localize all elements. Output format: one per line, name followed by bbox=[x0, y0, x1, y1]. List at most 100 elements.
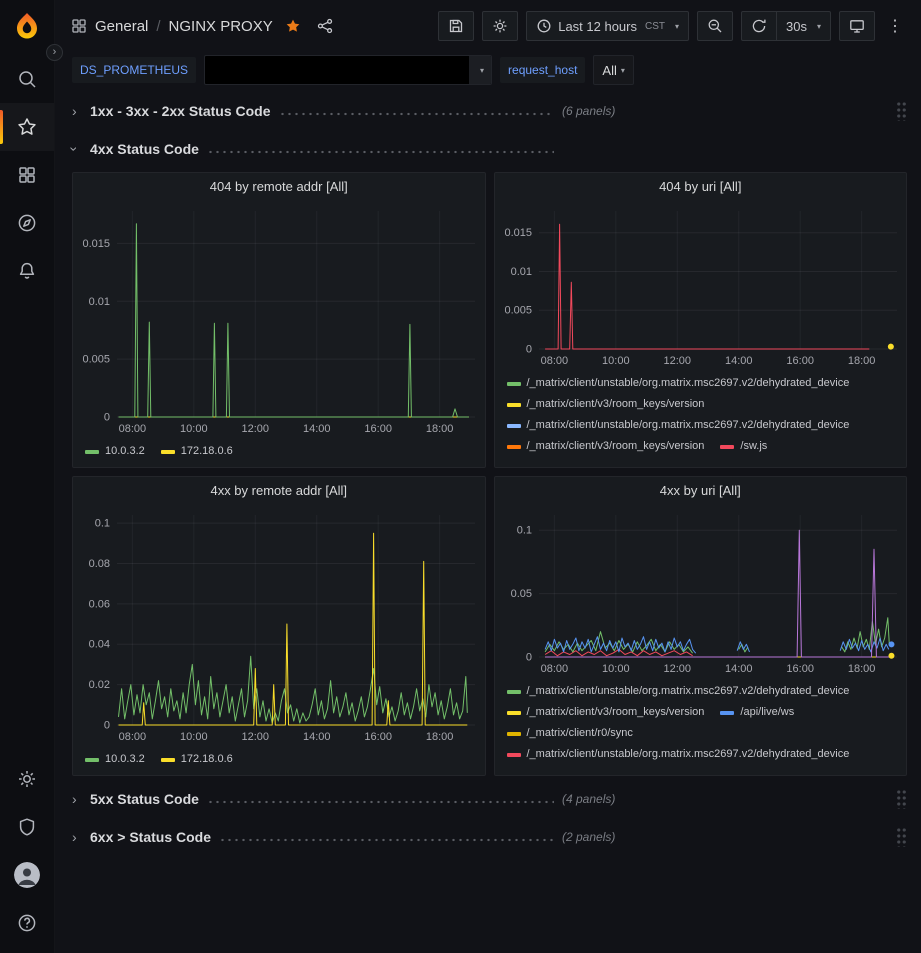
legend-series-toggle[interactable]: 10.0.3.2 bbox=[85, 441, 145, 462]
share-alt-icon bbox=[317, 18, 333, 34]
legend-series-toggle[interactable]: /_matrix/client/unstable/org.matrix.msc2… bbox=[507, 373, 850, 394]
legend-series-toggle[interactable]: /_matrix/client/unstable/org.matrix.msc2… bbox=[507, 681, 850, 702]
tv-mode-button[interactable] bbox=[839, 11, 875, 41]
legend-row: /_matrix/client/v3/room_keys/version/api… bbox=[507, 702, 897, 723]
legend-series-label: 172.18.0.6 bbox=[181, 441, 233, 462]
legend-series-toggle[interactable]: /_matrix/client/v3/room_keys/version bbox=[507, 436, 705, 457]
refresh-interval-dropdown[interactable]: 30s ▾ bbox=[777, 11, 831, 41]
datasource-variable-select[interactable]: ▾ bbox=[204, 55, 492, 85]
zoom-out-icon bbox=[707, 18, 723, 34]
legend-series-toggle[interactable]: 172.18.0.6 bbox=[161, 441, 233, 462]
legend-series-toggle[interactable]: /_matrix/client/v3/room_keys/version bbox=[507, 394, 705, 415]
legend-series-label: /_matrix/client/unstable/org.matrix.msc2… bbox=[527, 681, 850, 702]
row-title: 5xx Status Code bbox=[90, 791, 199, 807]
panel-title[interactable]: 4xx by remote addr [All] bbox=[73, 477, 485, 505]
sidebar-item-server-admin[interactable] bbox=[0, 803, 54, 851]
monitor-icon bbox=[849, 18, 865, 34]
shield-icon bbox=[17, 817, 37, 837]
svg-text:14:00: 14:00 bbox=[724, 355, 752, 367]
svg-text:0.04: 0.04 bbox=[89, 639, 110, 651]
main-area: General / NGINX PROXY La bbox=[55, 0, 921, 953]
caret-down-icon: ▾ bbox=[675, 22, 679, 31]
grafana-logo[interactable] bbox=[12, 11, 42, 41]
sidebar-item-search[interactable] bbox=[0, 55, 54, 103]
favorite-star-button[interactable] bbox=[281, 16, 305, 36]
request-host-variable-select[interactable]: All ▾ bbox=[593, 55, 633, 85]
svg-text:18:00: 18:00 bbox=[426, 423, 454, 435]
series-color-icon bbox=[507, 382, 521, 386]
legend-series-toggle[interactable]: /_matrix/client/unstable/org.matrix.msc2… bbox=[507, 744, 850, 765]
dashboard-settings-button[interactable] bbox=[482, 11, 518, 41]
legend-series-toggle[interactable]: /api/live/ws bbox=[720, 702, 794, 723]
sidebar-collapse-button[interactable]: › bbox=[46, 44, 63, 61]
row-header-4xx[interactable]: › 4xx Status Code bbox=[72, 134, 907, 164]
panel-title[interactable]: 4xx by uri [All] bbox=[495, 477, 907, 505]
share-button[interactable] bbox=[313, 16, 337, 36]
refresh-control: 30s ▾ bbox=[741, 11, 831, 41]
row-drag-handle[interactable] bbox=[896, 827, 907, 847]
svg-text:14:00: 14:00 bbox=[303, 423, 331, 435]
panel-404-by-uri: 404 by uri [All] 08:0010:0012:0014:0016:… bbox=[494, 172, 908, 468]
legend-series-toggle[interactable]: 172.18.0.6 bbox=[161, 749, 233, 770]
svg-text:0.01: 0.01 bbox=[510, 266, 531, 278]
help-question-icon bbox=[17, 913, 37, 933]
legend-series-label: 10.0.3.2 bbox=[105, 441, 145, 462]
grafana-flame-icon bbox=[12, 11, 42, 41]
legend-series-toggle[interactable]: /_matrix/client/r0/sync bbox=[507, 723, 633, 744]
series-color-icon bbox=[720, 711, 734, 715]
time-series-chart[interactable]: 08:0010:0012:0014:0016:0018:0000.0050.01… bbox=[73, 201, 485, 437]
legend-series-label: /_matrix/client/v3/room_keys/version bbox=[527, 436, 705, 457]
panel-legend: 10.0.3.2 172.18.0.6 bbox=[73, 745, 485, 770]
sidebar-item-starred[interactable] bbox=[0, 103, 54, 151]
row-dotted-leader bbox=[279, 112, 554, 116]
breadcrumb-folder[interactable]: General bbox=[95, 18, 148, 35]
save-dashboard-button[interactable] bbox=[438, 11, 474, 41]
row-header-6xx[interactable]: › 6xx > Status Code (2 panels) bbox=[72, 822, 907, 852]
time-series-chart[interactable]: 08:0010:0012:0014:0016:0018:0000.020.040… bbox=[73, 505, 485, 745]
grafana-app: › General / NGINX PROXY bbox=[0, 0, 921, 953]
legend-series-toggle[interactable]: /sw.js bbox=[720, 436, 767, 457]
time-series-chart[interactable]: 08:0010:0012:0014:0016:0018:0000.050.1 bbox=[495, 505, 907, 677]
row-panel-count: (6 panels) bbox=[562, 104, 615, 118]
sidebar-item-explore[interactable] bbox=[0, 199, 54, 247]
sidebar-item-configuration[interactable] bbox=[0, 755, 54, 803]
legend-series-label: /_matrix/client/v3/room_keys/version bbox=[527, 702, 705, 723]
panel-title[interactable]: 404 by remote addr [All] bbox=[73, 173, 485, 201]
chart-svg: 08:0010:0012:0014:0016:0018:0000.0050.01… bbox=[73, 201, 485, 437]
row-drag-handle[interactable] bbox=[896, 101, 907, 121]
legend-series-label: /_matrix/client/r0/sync bbox=[527, 723, 633, 744]
search-icon bbox=[17, 69, 37, 89]
dashboards-grid-icon bbox=[17, 165, 37, 185]
row-header-1xx-3xx-2xx[interactable]: › 1xx - 3xx - 2xx Status Code (6 panels) bbox=[72, 96, 907, 126]
refresh-icon bbox=[751, 18, 767, 34]
compass-icon bbox=[17, 213, 37, 233]
sidebar-item-help[interactable] bbox=[0, 899, 54, 947]
chevron-right-icon: › bbox=[72, 829, 90, 845]
svg-text:08:00: 08:00 bbox=[540, 355, 568, 367]
sidebar-item-dashboards[interactable] bbox=[0, 151, 54, 199]
row-header-5xx[interactable]: › 5xx Status Code (4 panels) bbox=[72, 784, 907, 814]
legend-series-toggle[interactable]: 10.0.3.2 bbox=[85, 749, 145, 770]
sidebar-item-profile[interactable] bbox=[0, 851, 54, 899]
panel-title[interactable]: 404 by uri [All] bbox=[495, 173, 907, 201]
refresh-button[interactable] bbox=[741, 11, 777, 41]
breadcrumb-dashboard-title[interactable]: NGINX PROXY bbox=[169, 18, 273, 35]
svg-text:0.01: 0.01 bbox=[89, 296, 110, 308]
panel-legend: /_matrix/client/unstable/org.matrix.msc2… bbox=[495, 369, 907, 457]
legend-series-toggle[interactable]: /_matrix/client/v3/room_keys/version bbox=[507, 702, 705, 723]
sidebar-item-alerting[interactable] bbox=[0, 247, 54, 295]
zoom-out-button[interactable] bbox=[697, 11, 733, 41]
svg-text:10:00: 10:00 bbox=[602, 663, 630, 675]
more-options-kebab[interactable]: ⋮ bbox=[881, 16, 909, 36]
svg-text:12:00: 12:00 bbox=[242, 731, 270, 743]
toolbar: Last 12 hours CST ▾ 30s ▾ bbox=[430, 11, 909, 41]
row-drag-handle[interactable] bbox=[896, 789, 907, 809]
svg-text:0.015: 0.015 bbox=[504, 227, 532, 239]
series-color-icon bbox=[507, 711, 521, 715]
time-range-picker[interactable]: Last 12 hours CST ▾ bbox=[526, 11, 689, 41]
series-color-icon bbox=[85, 758, 99, 762]
legend-series-toggle[interactable]: /_matrix/client/unstable/org.matrix.msc2… bbox=[507, 415, 850, 436]
chevron-down-icon: › bbox=[72, 141, 90, 157]
row-title: 6xx > Status Code bbox=[90, 829, 211, 845]
time-series-chart[interactable]: 08:0010:0012:0014:0016:0018:0000.0050.01… bbox=[495, 201, 907, 369]
